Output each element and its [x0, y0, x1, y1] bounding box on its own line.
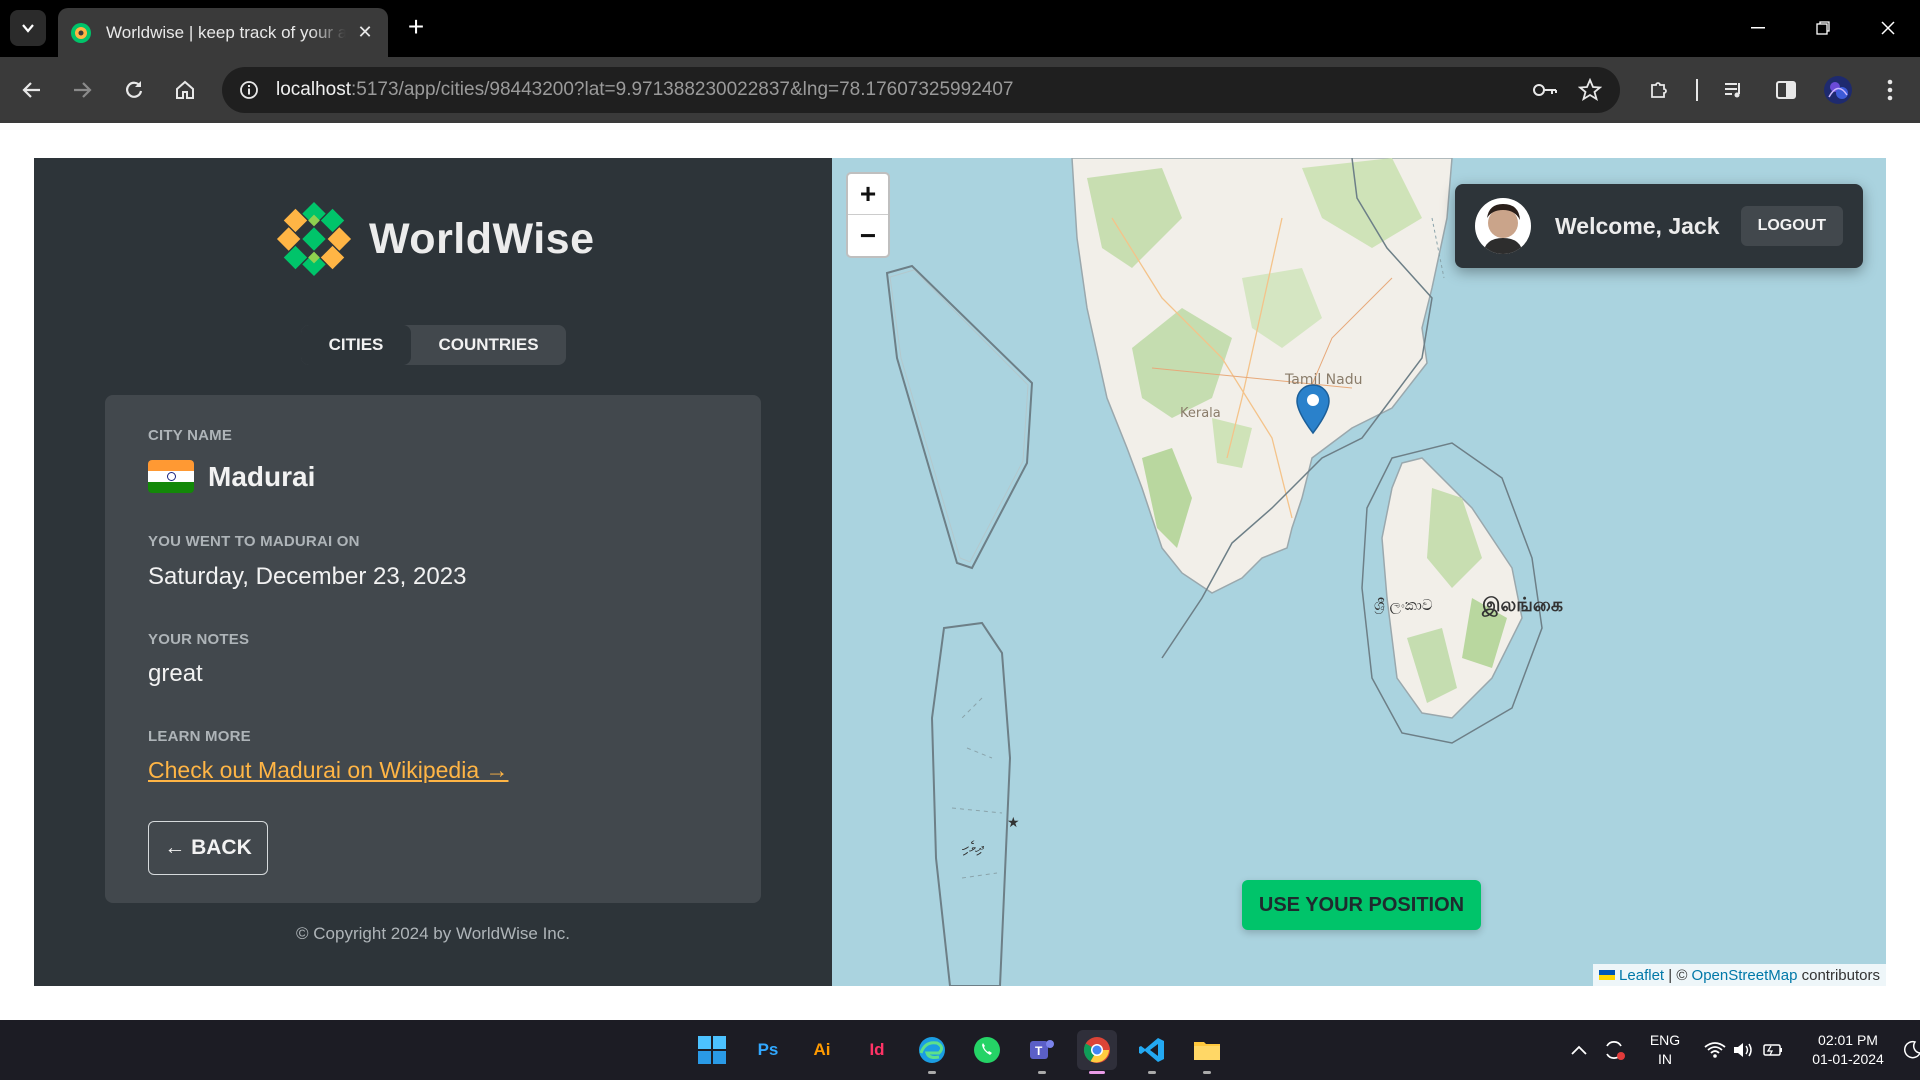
notification-moon-icon[interactable] — [1902, 1040, 1920, 1060]
vscode-icon[interactable] — [1132, 1030, 1172, 1074]
clock[interactable]: 02:01 PM 01-01-2024 — [1808, 1031, 1888, 1069]
battery-icon[interactable] — [1760, 1041, 1784, 1059]
taskbar: Ps Ai Id T ENG IN 02:01 PM 01-01-2024 — [0, 1020, 1920, 1080]
wifi-icon[interactable] — [1704, 1041, 1726, 1059]
logo-text: WorldWise — [369, 214, 595, 263]
edge-icon[interactable] — [912, 1030, 952, 1074]
welcome-text: Welcome, Jack — [1555, 212, 1720, 239]
worldwise-favicon-icon — [71, 22, 91, 43]
map-label-sri-lanka-tamil: இலங்கை — [1482, 594, 1564, 616]
tab-countries[interactable]: COUNTRIES — [411, 325, 566, 365]
svg-text:T: T — [1035, 1044, 1043, 1058]
map-tiles[interactable]: ★ — [832, 158, 1886, 986]
visit-date: Saturday, December 23, 2023 — [148, 563, 467, 590]
close-tab-icon[interactable]: ✕ — [354, 22, 376, 44]
tab-title: Worldwise | keep track of your adventure… — [106, 22, 346, 42]
zoom-in-button[interactable]: + — [848, 174, 888, 215]
map-attribution: Leaflet | © OpenStreetMap contributors — [1593, 964, 1886, 986]
url-path: :5173/app/cities/98443200?lat=9.97138823… — [351, 79, 1014, 100]
system-tray: ENG IN 02:01 PM 01-01-2024 — [1570, 1020, 1920, 1080]
visit-date-label: YOU WENT TO MADURAI ON — [148, 533, 360, 550]
whatsapp-icon[interactable] — [967, 1030, 1007, 1070]
attribution-tail: contributors — [1797, 966, 1880, 984]
location-marker-icon[interactable] — [1295, 383, 1331, 435]
url-text[interactable]: localhost:5173/app/cities/98443200?lat=9… — [276, 79, 1013, 101]
user-panel: Welcome, Jack LOGOUT — [1455, 184, 1863, 268]
india-flag-icon — [148, 460, 194, 493]
illustrator-icon[interactable]: Ai — [802, 1030, 842, 1070]
app-nav: CITIES COUNTRIES — [301, 325, 566, 365]
city-name-row: Madurai — [148, 460, 315, 493]
forward-arrow-icon[interactable] — [66, 74, 98, 106]
language-bottom: IN — [1658, 1051, 1672, 1067]
city-details-card: CITY NAME Madurai YOU WENT TO MADURAI ON… — [105, 395, 761, 903]
learn-more-label: LEARN MORE — [148, 728, 251, 745]
more-menu-icon[interactable] — [1874, 74, 1906, 106]
worldwise-app: WorldWise CITIES COUNTRIES CITY NAME Mad… — [34, 158, 1886, 986]
photoshop-icon[interactable]: Ps — [748, 1030, 788, 1070]
home-icon[interactable] — [169, 74, 201, 106]
url-host: localhost — [276, 79, 351, 100]
close-window-icon[interactable] — [1868, 12, 1908, 44]
browser-tab-bar: Worldwise | keep track of your adventure… — [0, 0, 1920, 57]
profile-avatar-icon[interactable] — [1822, 74, 1854, 106]
zoom-out-button[interactable]: − — [848, 215, 888, 256]
minimize-icon[interactable] — [1738, 12, 1778, 44]
reload-icon[interactable] — [118, 74, 150, 106]
city-name-label: CITY NAME — [148, 427, 233, 444]
osm-link[interactable]: OpenStreetMap — [1692, 967, 1798, 984]
ukraine-flag-icon — [1599, 970, 1616, 980]
logo[interactable]: WorldWise — [275, 200, 595, 278]
site-info-icon[interactable] — [236, 77, 262, 103]
city-name: Madurai — [208, 460, 316, 492]
restore-icon[interactable] — [1803, 12, 1843, 44]
volume-icon[interactable] — [1732, 1041, 1754, 1059]
chevron-down-icon — [22, 24, 34, 33]
windows-start-icon[interactable] — [692, 1030, 732, 1070]
copyright: © Copyright 2024 by WorldWise Inc. — [296, 924, 570, 943]
browser-tab[interactable]: Worldwise | keep track of your adventure… — [58, 8, 388, 57]
worldwise-logo-icon — [276, 201, 352, 277]
teams-icon[interactable]: T — [1022, 1030, 1062, 1074]
wikipedia-link[interactable]: Check out Madurai on Wikipedia → — [148, 757, 509, 784]
map-label-maldives: ދިވެހި — [962, 838, 984, 856]
new-tab-button[interactable]: + — [402, 13, 430, 42]
zoom-control: + − — [846, 172, 890, 258]
sync-icon[interactable] — [1602, 1038, 1626, 1062]
extensions-icon[interactable] — [1643, 74, 1675, 106]
file-explorer-icon[interactable] — [1187, 1030, 1227, 1074]
attribution-separator: | © — [1664, 966, 1692, 984]
indesign-icon[interactable]: Id — [857, 1030, 897, 1070]
map-label-kerala: Kerala — [1180, 406, 1221, 421]
language-indicator[interactable]: ENG IN — [1648, 1031, 1682, 1069]
password-key-icon[interactable] — [1532, 78, 1558, 107]
use-position-button[interactable]: USE YOUR POSITION — [1242, 880, 1481, 930]
side-panel-icon[interactable] — [1770, 74, 1802, 106]
avatar — [1475, 198, 1531, 254]
sidebar: WorldWise CITIES COUNTRIES CITY NAME Mad… — [34, 158, 832, 986]
bookmark-star-icon[interactable] — [1577, 77, 1603, 107]
clock-time: 02:01 PM — [1818, 1032, 1878, 1048]
clock-date: 01-01-2024 — [1812, 1051, 1884, 1067]
tab-cities[interactable]: CITIES — [301, 325, 411, 365]
svg-text:★: ★ — [1007, 815, 1020, 831]
map-label-sri-lanka-sinhala: ශ්‍රී ලංකාව — [1374, 596, 1433, 614]
notes-label: YOUR NOTES — [148, 631, 250, 648]
notes-text: great — [148, 660, 203, 687]
language-top: ENG — [1649, 1032, 1681, 1048]
map[interactable]: ★ Tamil Nadu Kerala ශ්‍රී ලංකාව இலங்கை ދ… — [832, 158, 1886, 986]
tab-search-button[interactable] — [10, 10, 46, 46]
leaflet-link[interactable]: Leaflet — [1619, 967, 1664, 984]
back-button[interactable]: ← BACK — [148, 821, 268, 875]
logout-button[interactable]: LOGOUT — [1740, 206, 1843, 246]
chrome-icon[interactable] — [1077, 1030, 1117, 1074]
toolbar-divider — [1696, 79, 1698, 101]
media-control-icon[interactable] — [1718, 74, 1750, 106]
browser-toolbar: localhost:5173/app/cities/98443200?lat=9… — [0, 57, 1920, 123]
address-bar[interactable]: localhost:5173/app/cities/98443200?lat=9… — [222, 67, 1620, 113]
chevron-up-icon[interactable] — [1570, 1044, 1588, 1056]
back-arrow-icon[interactable] — [16, 74, 48, 106]
